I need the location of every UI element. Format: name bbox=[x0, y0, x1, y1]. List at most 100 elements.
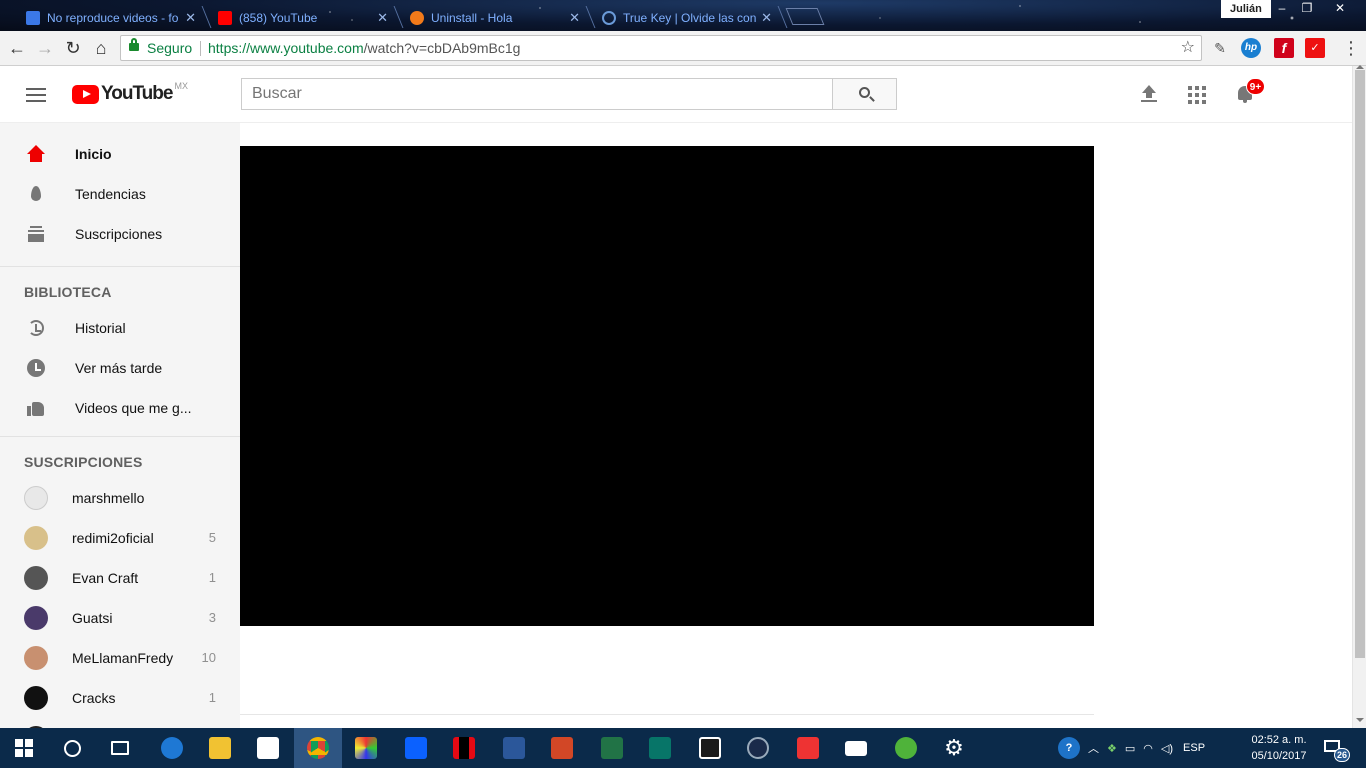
sidebar-item-ver-mas-tarde[interactable]: Ver más tarde bbox=[0, 348, 240, 388]
guide-menu-icon[interactable] bbox=[26, 88, 46, 102]
address-divider bbox=[200, 41, 201, 56]
taskbar-clock[interactable]: 02:52 a. m. 05/10/2017 bbox=[1244, 732, 1314, 764]
tab-uninstall-hola[interactable]: Uninstall - Hola ✕ bbox=[388, 4, 590, 31]
dropbox-tray-icon[interactable]: ❖ bbox=[1107, 742, 1117, 755]
logo-country: MX bbox=[174, 81, 188, 91]
scroll-up-arrow-icon[interactable] bbox=[1356, 65, 1364, 69]
scrollbar-thumb[interactable] bbox=[1355, 70, 1365, 658]
sidebar-item-tendencias[interactable]: Tendencias bbox=[0, 174, 240, 214]
tab-youtube[interactable]: (858) YouTube ✕ bbox=[196, 4, 398, 31]
notification-count-badge: 26 bbox=[1334, 748, 1350, 762]
home-button[interactable]: ⌂ bbox=[90, 37, 112, 59]
taskbar-app[interactable] bbox=[342, 728, 390, 768]
help-icon[interactable]: ? bbox=[1058, 737, 1080, 759]
new-videos-count: 10 bbox=[201, 650, 216, 665]
taskbar-movies[interactable] bbox=[686, 728, 734, 768]
youtube-logo[interactable]: YouTube MX bbox=[72, 81, 188, 105]
video-player[interactable] bbox=[240, 146, 1094, 626]
restore-button[interactable]: ❐ bbox=[1293, 0, 1321, 18]
avatar bbox=[24, 686, 48, 710]
upload-icon[interactable] bbox=[1138, 84, 1160, 106]
cortana-button[interactable] bbox=[48, 728, 96, 768]
url-text[interactable]: https://www.youtube.com/watch?v=cbDAb9mB… bbox=[208, 36, 520, 60]
youtube-play-icon bbox=[72, 84, 99, 104]
tab-close-icon[interactable]: ✕ bbox=[761, 10, 772, 26]
search-input[interactable] bbox=[241, 78, 833, 110]
language-indicator[interactable]: ESP bbox=[1183, 742, 1205, 754]
sidebar-item-label: Suscripciones bbox=[75, 226, 163, 242]
subscription-item[interactable]: redimi2oficial 5 bbox=[0, 518, 240, 558]
subscription-item[interactable]: marshmello bbox=[0, 478, 240, 518]
tab-close-icon[interactable]: ✕ bbox=[185, 10, 196, 26]
cinema4d-icon bbox=[747, 737, 769, 759]
url-path: /watch?v=cbDAb9mBc1g bbox=[363, 40, 521, 56]
hp-extension-icon[interactable]: hp bbox=[1241, 38, 1261, 58]
back-button[interactable]: ← bbox=[6, 37, 28, 59]
bookmark-star-icon[interactable]: ☆ bbox=[1181, 36, 1195, 60]
page-scrollbar[interactable] bbox=[1352, 65, 1366, 728]
address-bar[interactable]: Seguro https://www.youtube.com/watch?v=c… bbox=[120, 35, 1202, 61]
sidebar-item-inicio[interactable]: Inicio bbox=[0, 134, 240, 174]
flash-check-extension-icon[interactable]: ✓ bbox=[1305, 38, 1325, 58]
tab-true-key[interactable]: True Key | Olvide las con ✕ bbox=[580, 4, 782, 31]
tab-no-reproduce-videos[interactable]: No reproduce videos - fo ✕ bbox=[4, 4, 206, 31]
subscription-item[interactable]: MeLlamanFredy 10 bbox=[0, 638, 240, 678]
sidebar-item-videos-que-me-gustan[interactable]: Videos que me g... bbox=[0, 388, 240, 428]
taskbar-file-explorer[interactable] bbox=[196, 728, 244, 768]
taskbar-dropbox[interactable] bbox=[392, 728, 440, 768]
subscription-item[interactable]: Guatsi 3 bbox=[0, 598, 240, 638]
subscription-item[interactable]: Cracks 1 bbox=[0, 678, 240, 718]
channel-name: redimi2oficial bbox=[72, 530, 154, 546]
taskbar-utorrent[interactable] bbox=[882, 728, 930, 768]
taskbar-chrome[interactable] bbox=[294, 728, 342, 768]
taskbar-publisher[interactable] bbox=[636, 728, 684, 768]
search-button[interactable] bbox=[832, 78, 897, 110]
battery-icon[interactable]: ▭ bbox=[1125, 742, 1135, 755]
start-button[interactable] bbox=[0, 728, 48, 768]
flash-extension-icon[interactable]: f bbox=[1274, 38, 1294, 58]
tab-title: Uninstall - Hola bbox=[431, 10, 513, 25]
taskbar-3d-builder[interactable] bbox=[784, 728, 832, 768]
sidebar-item-historial[interactable]: Historial bbox=[0, 308, 240, 348]
sidebar-item-suscripciones[interactable]: Suscripciones bbox=[0, 214, 240, 254]
reload-button[interactable]: ↻ bbox=[62, 37, 84, 59]
volume-icon[interactable]: ◁) bbox=[1161, 742, 1173, 755]
tray-overflow-icon[interactable]: ︿ bbox=[1088, 740, 1099, 756]
wifi-icon[interactable]: ◠ bbox=[1143, 742, 1153, 755]
task-view-icon bbox=[111, 741, 129, 755]
scroll-down-arrow-icon[interactable] bbox=[1356, 718, 1364, 722]
taskbar-mail[interactable] bbox=[832, 728, 880, 768]
apps-grid-icon[interactable] bbox=[1186, 84, 1208, 106]
taskbar-excel[interactable] bbox=[588, 728, 636, 768]
new-videos-count: 5 bbox=[208, 530, 216, 545]
avatar bbox=[24, 606, 48, 630]
taskbar-cinema4d[interactable] bbox=[734, 728, 782, 768]
windows-start-icon bbox=[15, 739, 33, 757]
film-icon bbox=[699, 737, 721, 759]
avatar bbox=[24, 566, 48, 590]
tab-close-icon[interactable]: ✕ bbox=[377, 10, 388, 26]
tab-close-icon[interactable]: ✕ bbox=[569, 10, 580, 26]
sidebar-item-label: Inicio bbox=[75, 146, 112, 162]
close-window-button[interactable]: ✕ bbox=[1326, 0, 1354, 18]
youtube-header: YouTube MX bbox=[0, 66, 1352, 123]
extension-pen-icon[interactable]: ✎ bbox=[1210, 38, 1230, 58]
taskbar-word[interactable] bbox=[490, 728, 538, 768]
taskbar-settings[interactable]: ⚙ bbox=[930, 728, 978, 768]
subscription-item[interactable]: Evan Craft 1 bbox=[0, 558, 240, 598]
taskbar-store[interactable] bbox=[244, 728, 292, 768]
forward-button[interactable]: → bbox=[34, 37, 56, 59]
taskbar-edge[interactable] bbox=[148, 728, 196, 768]
profile-button[interactable]: Julián bbox=[1221, 0, 1271, 18]
subscription-item[interactable] bbox=[0, 718, 240, 728]
excel-icon bbox=[601, 737, 623, 759]
gear-icon: ⚙ bbox=[944, 735, 964, 760]
action-center-button[interactable]: 26 bbox=[1322, 738, 1350, 762]
browser-menu-icon[interactable]: ⋮ bbox=[1342, 37, 1360, 59]
taskbar-netflix[interactable] bbox=[440, 728, 488, 768]
new-tab-button[interactable] bbox=[785, 8, 825, 25]
channel-name: Evan Craft bbox=[72, 570, 139, 586]
task-view-button[interactable] bbox=[96, 728, 144, 768]
minimize-button[interactable]: – bbox=[1268, 0, 1296, 18]
taskbar-powerpoint[interactable] bbox=[538, 728, 586, 768]
